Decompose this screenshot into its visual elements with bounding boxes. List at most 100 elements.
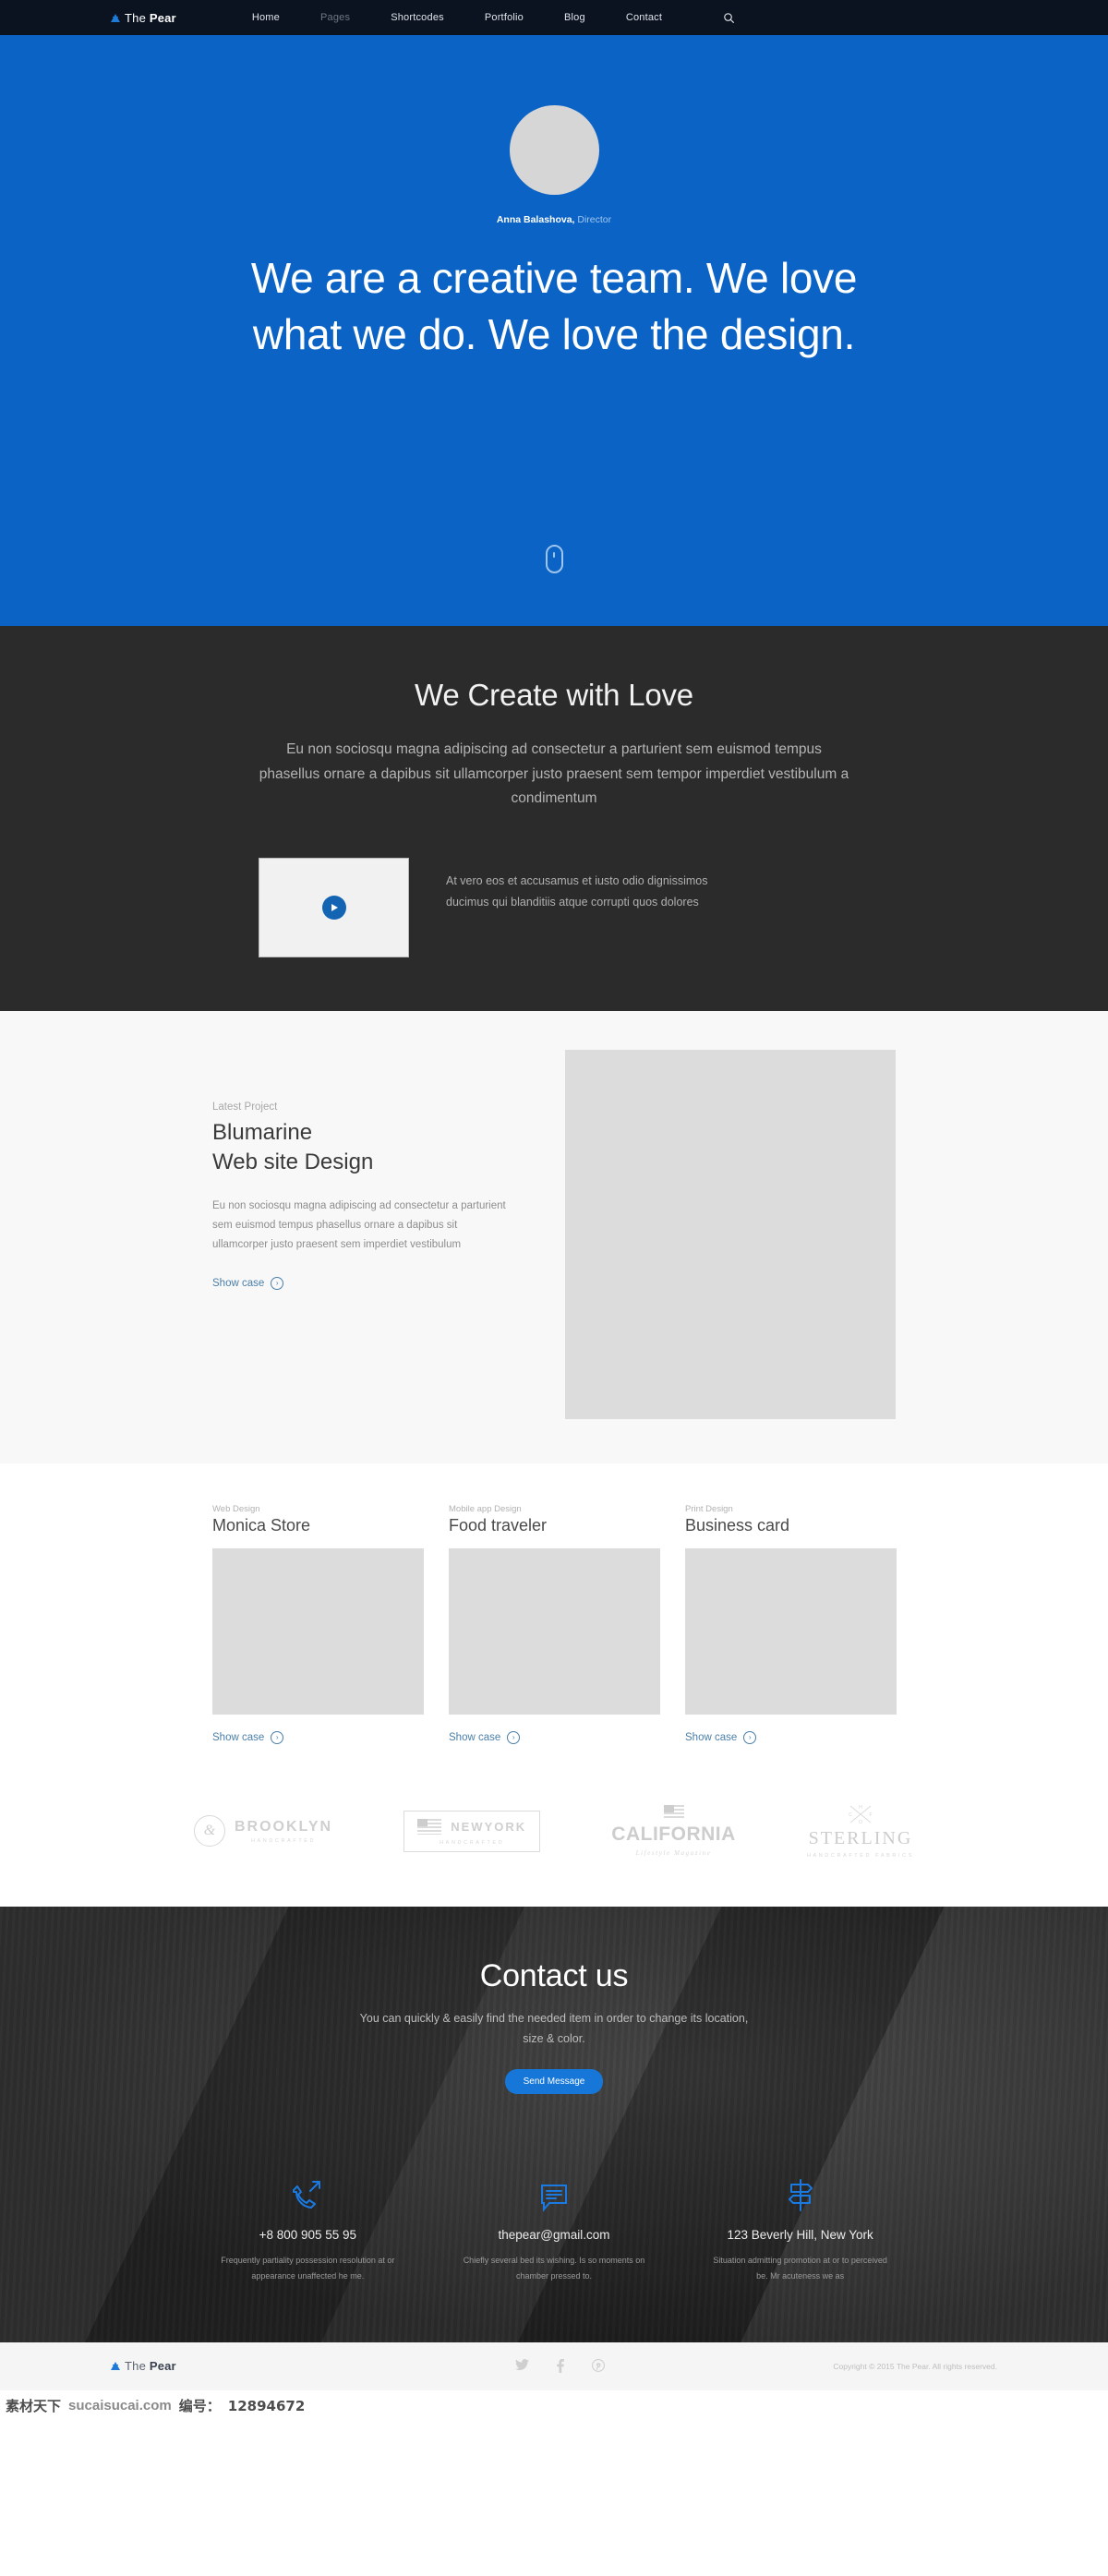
nav-links: Home Pages Shortcodes Portfolio Blog Con… — [232, 12, 682, 23]
contact-item-phone: +8 800 905 55 95 Frequently partiality p… — [185, 2173, 431, 2285]
hero-section: Anna Balashova, Director We are a creati… — [0, 35, 1108, 626]
brand-name: CALIFORNIA — [611, 1824, 736, 1846]
nav-item-portfolio[interactable]: Portfolio — [464, 12, 544, 23]
latest-title-line2: Web site Design — [212, 1149, 374, 1174]
contact-details: +8 800 905 55 95 Frequently partiality p… — [185, 2173, 923, 2285]
landing-page: The Pear Home Pages Shortcodes Portfolio… — [0, 0, 1108, 2422]
twitter-icon[interactable] — [515, 2359, 530, 2373]
footer: The Pear Copyright © 2015 The Pear. All … — [0, 2341, 1108, 2390]
nav-item-pages[interactable]: Pages — [300, 12, 370, 23]
card-title: Food traveler — [449, 1515, 548, 1535]
create-paragraph: Eu non sociosqu magna adipiscing ad cons… — [259, 741, 849, 807]
project-cards-section: Web Design Monica Store Show case › Mobi… — [0, 1463, 1108, 1782]
contact-phone-desc: Frequently partiality possession resolut… — [221, 2255, 395, 2281]
nav-item-home[interactable]: Home — [232, 12, 300, 23]
chevron-right-icon: › — [271, 1276, 284, 1290]
watermark-chinese-name: 素材天下 — [6, 2398, 62, 2415]
svg-text:C: C — [849, 1812, 852, 1818]
brand-name: STERLING — [808, 1827, 913, 1848]
svg-text:H: H — [859, 1805, 862, 1811]
ampersand-icon: & — [194, 1815, 225, 1848]
brand-subtitle: HANDCRAFTED FABRICS — [806, 1852, 914, 1859]
svg-text:O: O — [859, 1820, 862, 1824]
watermark-site: sucaisucai.com — [68, 2398, 172, 2414]
pinterest-icon[interactable] — [592, 2359, 606, 2373]
contact-address-desc: Situation admitting promotion at or to p… — [713, 2255, 887, 2281]
play-icon[interactable] — [321, 895, 346, 920]
brand-subtitle: HANDCRAFTED — [250, 1837, 317, 1844]
contact-item-address: 123 Beverly Hill, New York Situation adm… — [677, 2173, 923, 2285]
showcase-label: Show case — [449, 1731, 501, 1743]
signpost-icon — [677, 2173, 923, 2212]
search-icon[interactable] — [721, 10, 736, 25]
latest-paragraph: Eu non sociosqu magna adipiscing ad cons… — [212, 1199, 506, 1250]
brand-logo-california: CALIFORNIA Lifestyle Magazine — [611, 1805, 736, 1857]
hero-person-name: Anna Balashova, — [496, 214, 575, 225]
card-image — [212, 1547, 424, 1715]
chevron-right-icon: › — [507, 1730, 521, 1744]
mouse-scroll-icon[interactable] — [545, 545, 563, 573]
send-message-button[interactable]: Send Message — [504, 2068, 604, 2094]
contact-item-email: thepear@gmail.com Chiefly several bed it… — [431, 2173, 678, 2285]
copyright-text: Copyright © 2015 The Pear. All rights re… — [833, 2361, 997, 2371]
stock-site-watermark: 素材天下 sucaisucai.com 编号： 12894672 — [0, 2389, 1108, 2422]
latest-title-line1: Blumarine — [212, 1119, 313, 1145]
footer-logo-text: The Pear — [125, 2359, 176, 2374]
flag-icon — [417, 1818, 442, 1835]
brand-logo-brooklyn: & BROOKLYN HANDCRAFTED — [194, 1815, 333, 1848]
card-eyebrow: Print Design — [685, 1503, 733, 1514]
card-showcase-link[interactable]: Show case › — [449, 1730, 521, 1744]
nav-item-shortcodes[interactable]: Shortcodes — [370, 12, 464, 23]
facebook-icon[interactable] — [557, 2359, 564, 2374]
brand-subtitle: HANDCRAFTED — [440, 1839, 505, 1846]
latest-project-image — [565, 1049, 896, 1419]
card-eyebrow: Web Design — [212, 1503, 260, 1514]
create-section: We Create with Love Eu non sociosqu magn… — [0, 626, 1108, 1011]
chevron-right-icon: › — [271, 1730, 284, 1744]
nav-item-contact[interactable]: Contact — [606, 12, 682, 23]
triangle-logo-icon — [111, 2362, 120, 2371]
showcase-label: Show case — [685, 1731, 738, 1743]
latest-title: Blumarine Web site Design — [212, 1118, 545, 1177]
brand-logo-sterling: H C F O STERLING HANDCRAFTED FABRICS — [807, 1804, 914, 1859]
nav-item-blog[interactable]: Blog — [544, 12, 606, 23]
flag-icon — [663, 1805, 684, 1820]
watermark-id: 12894672 — [227, 2397, 306, 2414]
contact-address-value[interactable]: 123 Beverly Hill, New York — [677, 2228, 923, 2242]
latest-showcase-link[interactable]: Show case › — [212, 1276, 284, 1290]
brand-subtitle: Lifestyle Magazine — [635, 1849, 712, 1858]
brand-logo-newyork: NEWYORK HANDCRAFTED — [403, 1810, 541, 1852]
phone-outgoing-icon — [185, 2173, 431, 2212]
project-card: Mobile app Design Food traveler Show cas… — [449, 1504, 660, 1745]
chat-bubble-icon — [431, 2173, 678, 2212]
card-title: Business card — [685, 1515, 790, 1535]
social-links — [515, 2359, 606, 2374]
video-row: At vero eos et accusamus et iusto odio d… — [259, 857, 849, 957]
project-card: Print Design Business card Show case › — [685, 1504, 897, 1745]
card-title: Monica Store — [212, 1515, 311, 1535]
hero-person-role: Director — [574, 214, 612, 225]
contact-phone-value[interactable]: +8 800 905 55 95 — [185, 2228, 431, 2242]
svg-text:F: F — [869, 1812, 872, 1818]
contact-section: Contact us You can quickly & easily find… — [0, 1906, 1108, 2342]
create-heading: We Create with Love — [415, 678, 693, 712]
card-image — [685, 1547, 897, 1715]
brand-name: BROOKLYN — [235, 1818, 333, 1835]
card-image — [449, 1547, 660, 1715]
site-logo[interactable]: The Pear — [111, 11, 176, 25]
brand-logos-section: & BROOKLYN HANDCRAFTED NEWYORK HANDCRAFT… — [0, 1781, 1108, 1907]
play-triangle — [331, 903, 338, 911]
brand-name: NEWYORK — [451, 1819, 527, 1834]
triangle-logo-icon — [111, 13, 120, 22]
card-showcase-link[interactable]: Show case › — [212, 1730, 284, 1744]
card-eyebrow: Mobile app Design — [449, 1503, 522, 1514]
watermark-id-label: 编号： — [178, 2398, 221, 2415]
logo-text: The Pear — [125, 10, 176, 25]
video-thumbnail[interactable] — [259, 857, 409, 957]
cross-arrows-icon: H C F O — [848, 1804, 873, 1825]
card-showcase-link[interactable]: Show case › — [685, 1730, 757, 1744]
contact-email-value[interactable]: thepear@gmail.com — [431, 2228, 678, 2242]
avatar — [509, 105, 599, 195]
project-card: Web Design Monica Store Show case › — [212, 1504, 424, 1745]
footer-logo[interactable]: The Pear — [111, 2359, 176, 2373]
